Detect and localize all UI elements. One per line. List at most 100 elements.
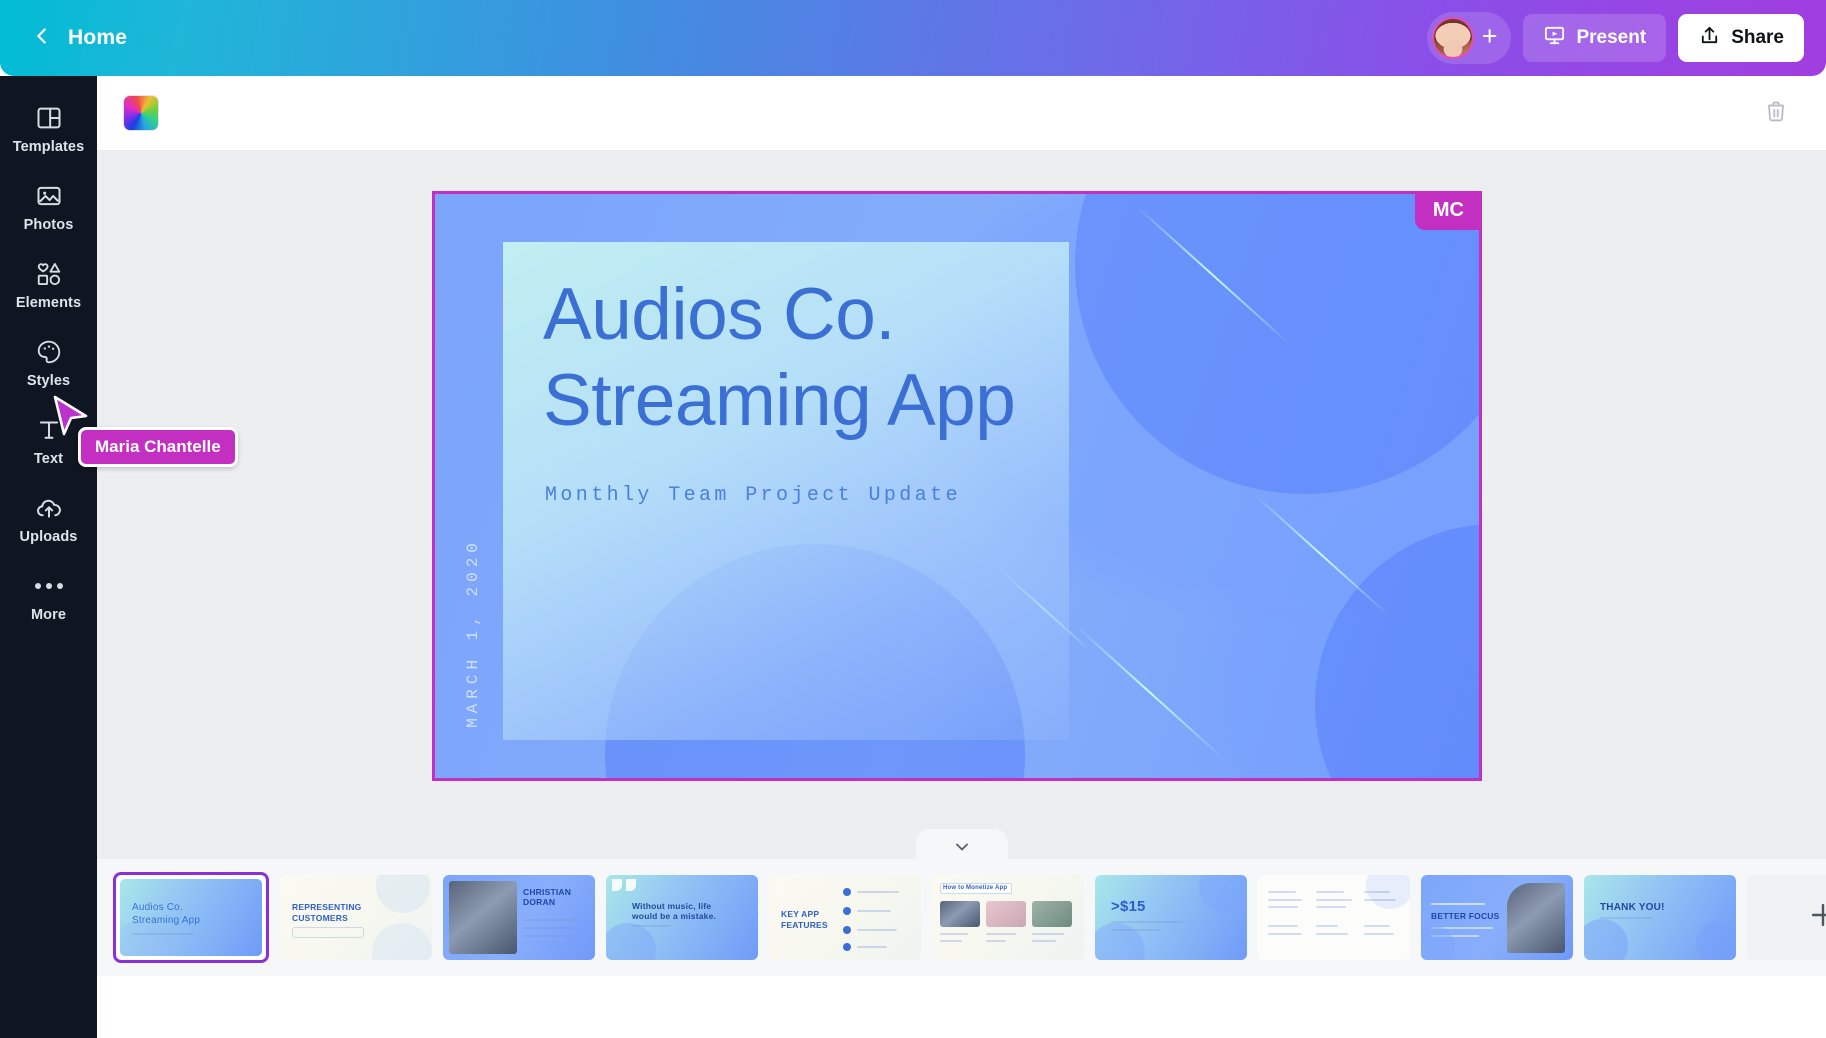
thumb-decor-line xyxy=(1364,891,1390,893)
slide-canvas[interactable]: Audios Co. Streaming App Monthly Team Pr… xyxy=(432,191,1482,781)
thumb-decor-line xyxy=(1364,899,1396,901)
thumb-bullet xyxy=(843,943,851,951)
photos-icon xyxy=(35,182,63,210)
top-bar-actions: + Present Share xyxy=(1426,12,1804,64)
left-sidebar: Templates Photos Elements Styles Text Up… xyxy=(0,76,97,1038)
slide-thumbnail-5[interactable]: KEY APP FEATURES xyxy=(769,875,921,960)
templates-icon xyxy=(35,104,63,132)
present-label: Present xyxy=(1576,27,1647,48)
delete-page-button[interactable] xyxy=(1756,93,1796,133)
slide-date[interactable]: MARCH 1, 2020 xyxy=(464,533,482,733)
text-icon xyxy=(35,416,63,444)
slide-thumbnail-10[interactable]: THANK YOU! xyxy=(1584,875,1736,960)
editor-toolbar xyxy=(97,76,1826,151)
slide-thumbnail-9[interactable]: BETTER FOCUS xyxy=(1421,875,1573,960)
sidebar-item-text[interactable]: Text xyxy=(0,402,97,480)
upload-cloud-icon xyxy=(35,494,63,522)
sidebar-item-label: Elements xyxy=(15,294,82,311)
thumb-title-line2: would be a mistake. xyxy=(632,911,717,921)
thumb-decor-line xyxy=(1316,933,1348,935)
sidebar-item-label: Text xyxy=(33,450,64,467)
collaborator-badge: MC xyxy=(1414,191,1482,230)
slide-thumbnail-1[interactable]: Audios Co. Streaming App xyxy=(113,872,269,963)
thumb-decor-line xyxy=(1268,925,1298,927)
slide-thumbnail-3[interactable]: CHRISTIAN DORAN xyxy=(443,875,595,960)
thumb-decor-line xyxy=(857,891,899,893)
avatar[interactable] xyxy=(1431,17,1474,59)
thumb-photo xyxy=(986,901,1026,927)
sidebar-item-photos[interactable]: Photos xyxy=(0,168,97,246)
collaborators-group[interactable]: + xyxy=(1426,12,1512,64)
canvas-area[interactable]: Audios Co. Streaming App Monthly Team Pr… xyxy=(97,151,1826,859)
thumb-decor-line xyxy=(1268,899,1302,901)
collapse-panel-button[interactable] xyxy=(915,829,1008,859)
sidebar-item-label: Templates xyxy=(12,138,85,155)
thumb-decor-line xyxy=(1431,903,1485,905)
thumb-title-line1: How to Monetize App xyxy=(943,885,1008,891)
thumb-decor-line xyxy=(1600,917,1652,919)
thumb-decor-line xyxy=(132,933,194,935)
thumb-decor-line xyxy=(1268,891,1296,893)
thumb-decor-line xyxy=(1316,906,1346,908)
thumb-photo xyxy=(449,881,517,954)
thumb-decor-line xyxy=(857,946,887,948)
thumb-decor-line xyxy=(1032,940,1056,942)
back-button[interactable] xyxy=(22,18,62,58)
palette-icon xyxy=(35,338,63,366)
thumb-decor-line xyxy=(986,933,1016,935)
sidebar-item-styles[interactable]: Styles xyxy=(0,324,97,402)
thumb-title-line1: REPRESENTING xyxy=(292,902,362,912)
slide-thumbnail-6[interactable]: How to Monetize App xyxy=(932,875,1084,960)
sidebar-item-label: More xyxy=(30,606,67,623)
thumb-photo xyxy=(1507,883,1565,953)
thumb-decor-line xyxy=(940,933,968,935)
slide-thumbnail-2[interactable]: REPRESENTING CUSTOMERS xyxy=(280,875,432,960)
thumb-title-line2: CUSTOMERS xyxy=(292,913,348,923)
add-collaborator-button[interactable]: + xyxy=(1482,23,1498,53)
share-label: Share xyxy=(1731,27,1784,48)
slide-title[interactable]: Audios Co. Streaming App xyxy=(543,272,1143,444)
thumb-title-line1: BETTER FOCUS xyxy=(1431,911,1500,921)
page-color-swatch[interactable] xyxy=(123,95,159,131)
sidebar-item-label: Uploads xyxy=(19,528,78,545)
decor-streak xyxy=(1074,624,1225,760)
more-dots-icon xyxy=(34,572,63,600)
trash-icon xyxy=(1763,98,1789,129)
share-button[interactable]: Share xyxy=(1678,14,1804,62)
slide-thumbnail-4[interactable]: Without music, life would be a mistake. xyxy=(606,875,758,960)
thumb-title-line1: Audios Co. xyxy=(132,902,183,913)
decor-blob xyxy=(1315,524,1479,778)
thumb-decor-line xyxy=(523,927,571,929)
thumb-decor-line xyxy=(1364,933,1394,935)
thumb-bullet xyxy=(843,888,851,896)
present-button[interactable]: Present xyxy=(1523,14,1667,62)
sidebar-item-elements[interactable]: Elements xyxy=(0,246,97,324)
thumb-title-line1: THANK YOU! xyxy=(1600,902,1665,913)
home-label[interactable]: Home xyxy=(68,26,127,50)
slide-thumbnail-7[interactable]: >$15 xyxy=(1095,875,1247,960)
slide-thumbnail-strip[interactable]: Audios Co. Streaming App REPRESENTING CU… xyxy=(97,859,1826,976)
slide-title-line1: Audios Co. xyxy=(543,274,896,355)
thumb-title-line2: Streaming App xyxy=(132,915,201,926)
thumb-stat-value: >$15 xyxy=(1111,898,1146,915)
slide-title-line2: Streaming App xyxy=(543,360,1016,442)
add-slide-button[interactable] xyxy=(1747,875,1826,960)
share-upload-icon xyxy=(1698,24,1721,53)
presentation-icon xyxy=(1543,24,1566,53)
thumb-decor-line xyxy=(940,940,962,942)
slide-selection[interactable]: Audios Co. Streaming App Monthly Team Pr… xyxy=(432,191,1482,781)
bottom-fill xyxy=(97,976,1826,1038)
slide-thumbnail-8[interactable] xyxy=(1258,875,1410,960)
sidebar-item-templates[interactable]: Templates xyxy=(0,90,97,168)
thumb-title-line1: KEY APP xyxy=(781,909,820,919)
thumb-decor-line xyxy=(1316,891,1344,893)
slide-subtitle[interactable]: Monthly Team Project Update xyxy=(545,484,961,507)
sidebar-item-uploads[interactable]: Uploads xyxy=(0,480,97,558)
thumb-decor-line xyxy=(1268,906,1298,908)
sidebar-item-more[interactable]: More xyxy=(0,558,97,636)
top-bar: Home + Present Share xyxy=(0,0,1826,76)
thumb-decor-line xyxy=(1364,925,1390,927)
sidebar-item-label: Photos xyxy=(23,216,74,233)
thumb-photo xyxy=(1032,901,1072,927)
thumb-decor-line xyxy=(1111,929,1161,931)
